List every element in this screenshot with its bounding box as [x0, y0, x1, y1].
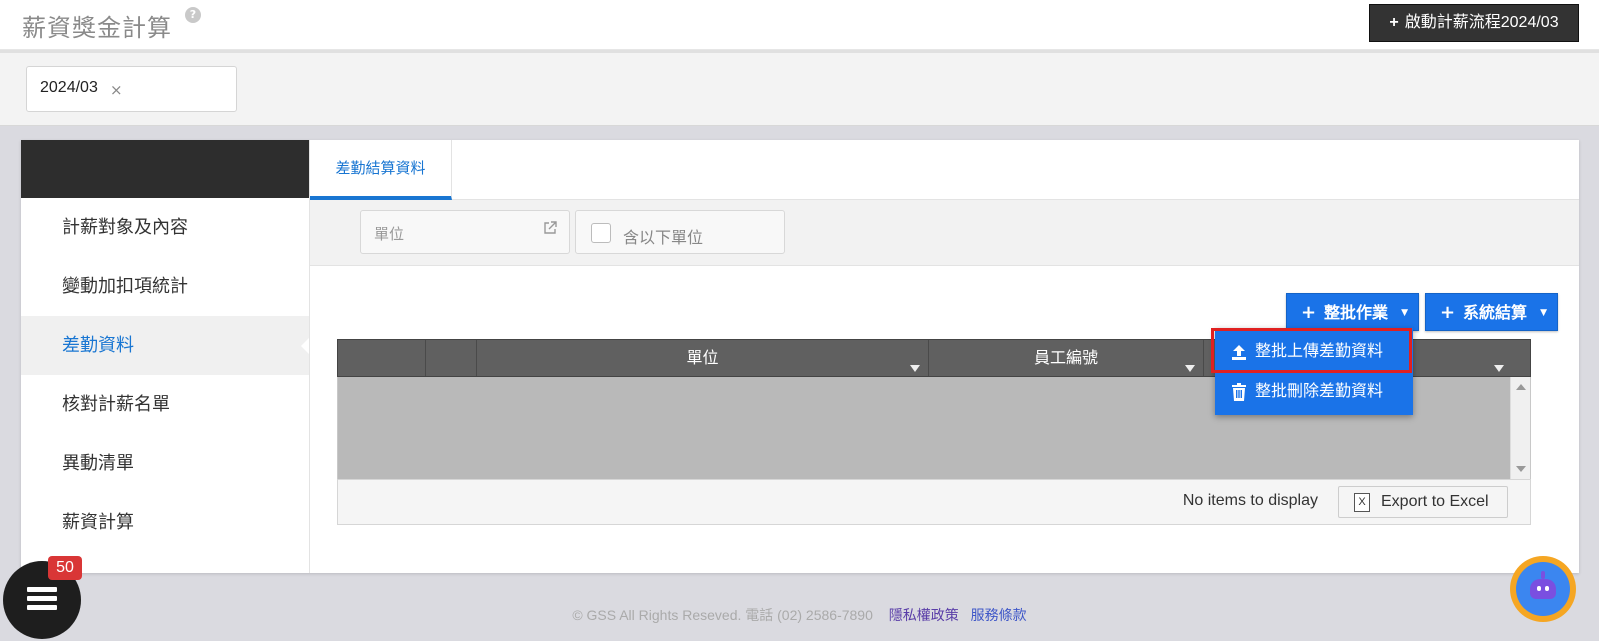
include-sub-units-label: 含以下單位 — [623, 228, 704, 247]
notification-badge: 50 — [48, 556, 82, 580]
system-settlement-label: 系統結算 — [1463, 303, 1528, 322]
batch-operation-label: 整批作業 — [1324, 303, 1389, 322]
batch-operation-button[interactable]: + 整批作業 ▼ — [1286, 293, 1419, 331]
page-footer: © GSS All Rights Reseved. 電話 (02) 2586-7… — [0, 605, 1599, 625]
trash-icon — [1232, 383, 1246, 401]
sidebar-item-salary-calc[interactable]: 薪資計算 — [21, 493, 309, 552]
filter-icon[interactable] — [910, 365, 920, 372]
plus-icon: + — [1301, 302, 1317, 323]
menu-item-label: 整批上傳差勤資料 — [1255, 341, 1384, 360]
menu-item-batch-upload-attendance[interactable]: 整批上傳差勤資料 — [1215, 331, 1413, 371]
empty-grid-text: No items to display — [1182, 492, 1318, 509]
sidebar-item-variable-items[interactable]: 變動加扣項統計 — [21, 257, 309, 316]
include-sub-units-checkbox[interactable] — [591, 223, 611, 243]
export-excel-label: Export to Excel — [1381, 493, 1489, 510]
sidebar-item-payroll-targets[interactable]: 計薪對象及內容 — [21, 198, 309, 257]
remove-period-icon[interactable]: × — [110, 81, 123, 99]
grid-col-unit-label: 單位 — [686, 348, 719, 367]
external-link-icon[interactable] — [543, 221, 557, 235]
chevron-down-icon: ▼ — [1540, 308, 1547, 318]
terms-link[interactable]: 服務條款 — [971, 607, 1027, 623]
robot-icon — [1516, 562, 1570, 616]
grid-col-action[interactable] — [426, 340, 477, 376]
grid-col-unit[interactable]: 單位 — [477, 340, 929, 376]
plus-icon: + — [1389, 14, 1399, 31]
menu-item-label: 整批刪除差勤資料 — [1255, 381, 1384, 400]
page-title: 薪資獎金計算 — [22, 14, 172, 42]
sidebar-item-attendance[interactable]: 差勤資料 — [21, 316, 309, 375]
menu-item-batch-delete-attendance[interactable]: 整批刪除差勤資料 — [1215, 371, 1413, 411]
export-excel-button[interactable]: X Export to Excel — [1338, 486, 1508, 518]
period-band: 2024/03 × — [0, 50, 1599, 126]
start-payroll-button[interactable]: + 啟動計薪流程2024/03 — [1369, 4, 1579, 42]
include-sub-units-field: 含以下單位 — [575, 210, 785, 254]
sidebar-item-change-list[interactable]: 異動清單 — [21, 434, 309, 493]
sidebar: 計薪對象及內容 變動加扣項統計 差勤資料 核對計薪名單 異動清單 薪資計算 — [21, 140, 309, 573]
period-selector[interactable]: 2024/03 × — [26, 66, 237, 112]
tab-attendance-settlement[interactable]: 差勤結算資料 — [310, 140, 452, 200]
period-value: 2024/03 — [40, 79, 98, 96]
grid-col-select[interactable] — [338, 340, 426, 376]
start-payroll-label: 啟動計薪流程2024/03 — [1404, 14, 1559, 31]
top-header: 薪資獎金計算 ? + 啟動計薪流程2024/03 — [0, 0, 1599, 50]
sidebar-header — [21, 140, 309, 198]
excel-icon: X — [1354, 493, 1370, 512]
help-icon[interactable]: ? — [185, 7, 201, 23]
grid-col-employee-id[interactable]: 員工編號 — [929, 340, 1204, 376]
list-icon — [27, 587, 57, 613]
copyright-text: © GSS All Rights Reseved. 電話 (02) 2586-7… — [572, 607, 873, 623]
grid-footer: No items to display X Export to Excel — [337, 479, 1531, 525]
scroll-down-icon[interactable] — [1516, 466, 1526, 472]
filter-row: 單位 含以下單位 — [310, 200, 1579, 266]
system-settlement-button[interactable]: + 系統結算 ▼ — [1425, 293, 1558, 331]
unit-placeholder: 單位 — [374, 225, 405, 243]
batch-operation-menu: 整批上傳差勤資料 整批刪除差勤資料 — [1215, 328, 1413, 415]
chatbot-button[interactable] — [1510, 556, 1576, 622]
unit-field[interactable]: 單位 — [360, 210, 570, 254]
plus-icon: + — [1440, 302, 1456, 323]
grid-col-employee-id-label: 員工編號 — [1033, 348, 1098, 367]
tab-bar: 差勤結算資料 — [310, 140, 1579, 200]
sidebar-item-verify-list[interactable]: 核對計薪名單 — [21, 375, 309, 434]
filter-icon[interactable] — [1494, 365, 1504, 372]
privacy-link[interactable]: 隱私權政策 — [889, 607, 959, 623]
grid-scrollbar[interactable] — [1510, 377, 1530, 479]
upload-icon — [1232, 345, 1246, 360]
filter-icon[interactable] — [1185, 365, 1195, 372]
chevron-down-icon: ▼ — [1401, 308, 1408, 318]
scroll-up-icon[interactable] — [1516, 384, 1526, 390]
